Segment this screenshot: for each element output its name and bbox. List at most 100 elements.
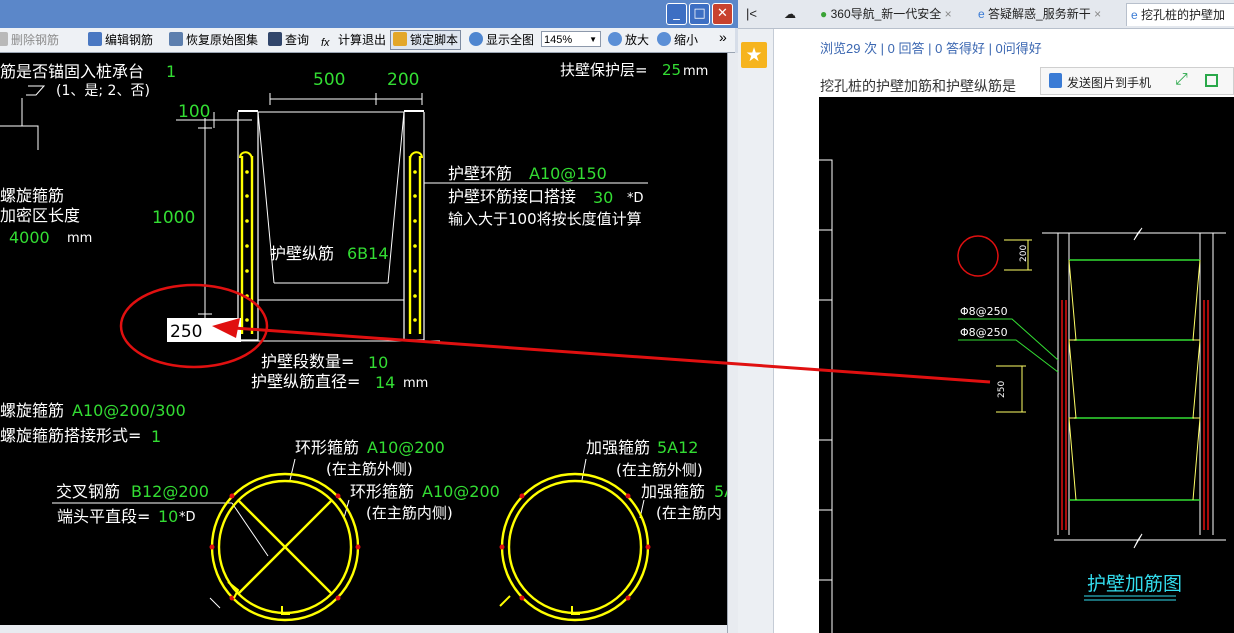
zoom-in-label: 放大 — [625, 33, 650, 47]
restore-icon — [169, 32, 183, 46]
dim-100: 100 — [178, 102, 210, 122]
zoom-extents-icon — [469, 32, 483, 46]
zoom-select[interactable]: 145% ▼ — [541, 31, 601, 47]
show-full-label: 显示全图 — [486, 33, 535, 47]
toolbar-overflow-button[interactable]: » — [719, 28, 727, 46]
cad-window: _ □ ✕ 删除钢筋 编辑钢筋 恢复原始图集 查询 fx 计算退出 锁定脚本 显示… — [0, 0, 739, 633]
function-icon: fx — [321, 37, 330, 49]
ring-out-value: A10@200 — [367, 438, 445, 457]
ring-label: 护壁环筋 — [448, 164, 512, 183]
window-bottom-edge — [0, 625, 727, 633]
tab-active-question[interactable]: e 挖孔桩的护壁加 — [1126, 3, 1234, 26]
tab-favicon-icon: ● — [820, 7, 828, 21]
restore-original-label: 恢复原始图集 — [186, 33, 259, 47]
edit-rebar-label: 编辑钢筋 — [105, 33, 154, 47]
chevron-down-icon: ▼ — [589, 35, 597, 44]
photo-label-b: Φ8@250 — [960, 326, 1008, 339]
edit-rebar-icon — [88, 32, 102, 46]
back-to-start-button[interactable]: |< — [746, 3, 757, 25]
zoom-in-button[interactable]: 放大 — [608, 31, 649, 49]
tab-close-icon[interactable]: × — [945, 7, 952, 21]
phone-icon — [1049, 73, 1062, 88]
rebar-detail-image: 200 Φ8@250 Φ8@250 250 护壁加筋图 — [819, 159, 1226, 633]
strength-value: 5A12 — [657, 438, 698, 457]
cad-drawing-canvas[interactable]: 筋是否锚固入桩承台 1 (1、是; 2、否) 扶壁保护层= 25 mm 500 … — [0, 53, 727, 625]
long-label: 护壁纵筋 — [270, 244, 334, 263]
photo-dim-200-label: 200 — [1019, 245, 1029, 262]
calc-exit-label: 计算退出 — [338, 33, 387, 47]
strength-note: (在主筋外侧) — [616, 461, 703, 479]
binoculars-icon — [268, 32, 282, 46]
dim-200: 200 — [387, 70, 419, 90]
rebar-hooks — [239, 151, 423, 161]
cloud-icon[interactable]: ☁ — [784, 3, 802, 25]
tab-360-nav[interactable]: ● 360导航_新一代安全 × — [820, 3, 956, 25]
query-button[interactable]: 查询 — [268, 31, 309, 49]
anchor-sketch — [0, 125, 39, 150]
zoom-out-icon — [657, 32, 671, 46]
calc-exit-button[interactable]: fx 计算退出 — [321, 31, 386, 49]
cover-label: 扶壁保护层= — [560, 61, 648, 79]
ring-in-value: A10@200 — [422, 482, 500, 501]
photo-top-break — [1042, 227, 1226, 241]
cover-unit: mm — [683, 64, 708, 79]
expand-icon[interactable]: ⤢ — [1175, 71, 1188, 89]
right-ring-dots — [499, 493, 651, 601]
seg-count-label: 护壁段数量= — [261, 352, 354, 371]
cross-bars — [237, 499, 333, 595]
close-button[interactable]: ✕ — [712, 3, 733, 25]
ring-in-label: 环形箍筋 — [350, 482, 414, 501]
browser-content: ★ 浏览29 次 | 0 回答 | 0 答得好 | 0问得好 挖孔桩的护壁加筋和… — [738, 29, 1234, 633]
maximize-button[interactable]: □ — [689, 3, 710, 25]
anchor-question-options: (1、是; 2、否) — [56, 83, 150, 99]
ring-lap-unit: *D — [627, 191, 644, 206]
seg-count-value: 10 — [368, 353, 388, 372]
ring-value: A10@150 — [529, 164, 607, 183]
spiral-lap-label: 螺旋箍筋搭接形式= — [0, 426, 141, 445]
lock-script-label: 锁定脚本 — [410, 33, 459, 47]
send-to-phone-button[interactable]: 发送图片到手机 — [1067, 74, 1151, 91]
tab-active-question-label: 挖孔桩的护壁加 — [1141, 8, 1226, 22]
question-image[interactable]: 200 Φ8@250 Φ8@250 250 护壁加筋图 — [819, 97, 1234, 633]
tab-360-nav-label: 360导航_新一代安全 — [830, 7, 942, 21]
spiral-label-1: 螺旋箍筋 — [0, 186, 64, 205]
wall-outline — [237, 112, 425, 341]
delete-rebar-button[interactable]: 删除钢筋 — [0, 31, 59, 49]
tab-ie-icon: e — [1131, 8, 1138, 22]
edit-rebar-button[interactable]: 编辑钢筋 — [88, 31, 153, 49]
minimize-button[interactable]: _ — [666, 3, 687, 25]
send-to-phone-bar: 发送图片到手机 ⤢ — [1040, 67, 1234, 95]
show-full-button[interactable]: 显示全图 — [469, 31, 534, 49]
zoom-value: 145% — [544, 34, 573, 46]
right-ring-inner — [507, 479, 643, 615]
dim-250-value: 250 — [170, 322, 202, 342]
cross-label: 交叉钢筋 — [56, 482, 120, 501]
tab-answers[interactable]: e 答疑解惑_服务新干 × — [978, 3, 1118, 25]
long-dia-unit: mm — [403, 376, 428, 391]
strength2-value: 5A — [714, 482, 727, 501]
restore-original-button[interactable]: 恢复原始图集 — [169, 31, 258, 49]
delete-rebar-icon — [0, 32, 8, 46]
photo-label-a: Φ8@250 — [960, 305, 1008, 318]
top-dim-line — [269, 93, 423, 105]
strength2-label: 加强箍筋 — [641, 482, 705, 501]
strength-label: 加强箍筋 — [586, 438, 650, 457]
end-value: 10 — [158, 507, 178, 526]
spiral-len-value: 4000 — [9, 228, 50, 247]
zoom-out-button[interactable]: 缩小 — [657, 31, 698, 49]
photo-red-circle — [957, 235, 999, 277]
dim-1000-line — [198, 118, 212, 322]
photo-caption: 护壁加筋图 — [1087, 573, 1182, 595]
zoom-out-label: 缩小 — [674, 33, 699, 47]
photo-dim-250-label: 250 — [997, 381, 1007, 398]
lock-script-button[interactable]: 锁定脚本 — [390, 30, 462, 50]
leader-hook — [26, 85, 46, 96]
save-icon[interactable] — [1205, 74, 1218, 87]
photo-bottom-break — [1054, 533, 1226, 549]
favorites-star-icon[interactable]: ★ — [741, 42, 767, 68]
long-dia-label: 护壁纵筋直径= — [251, 372, 360, 391]
photo-red-rebar — [1061, 300, 1209, 530]
toolbar: 删除钢筋 编辑钢筋 恢复原始图集 查询 fx 计算退出 锁定脚本 显示全图 145… — [0, 28, 735, 53]
tab-close-icon[interactable]: × — [1094, 7, 1101, 21]
dim-500: 500 — [313, 70, 345, 90]
